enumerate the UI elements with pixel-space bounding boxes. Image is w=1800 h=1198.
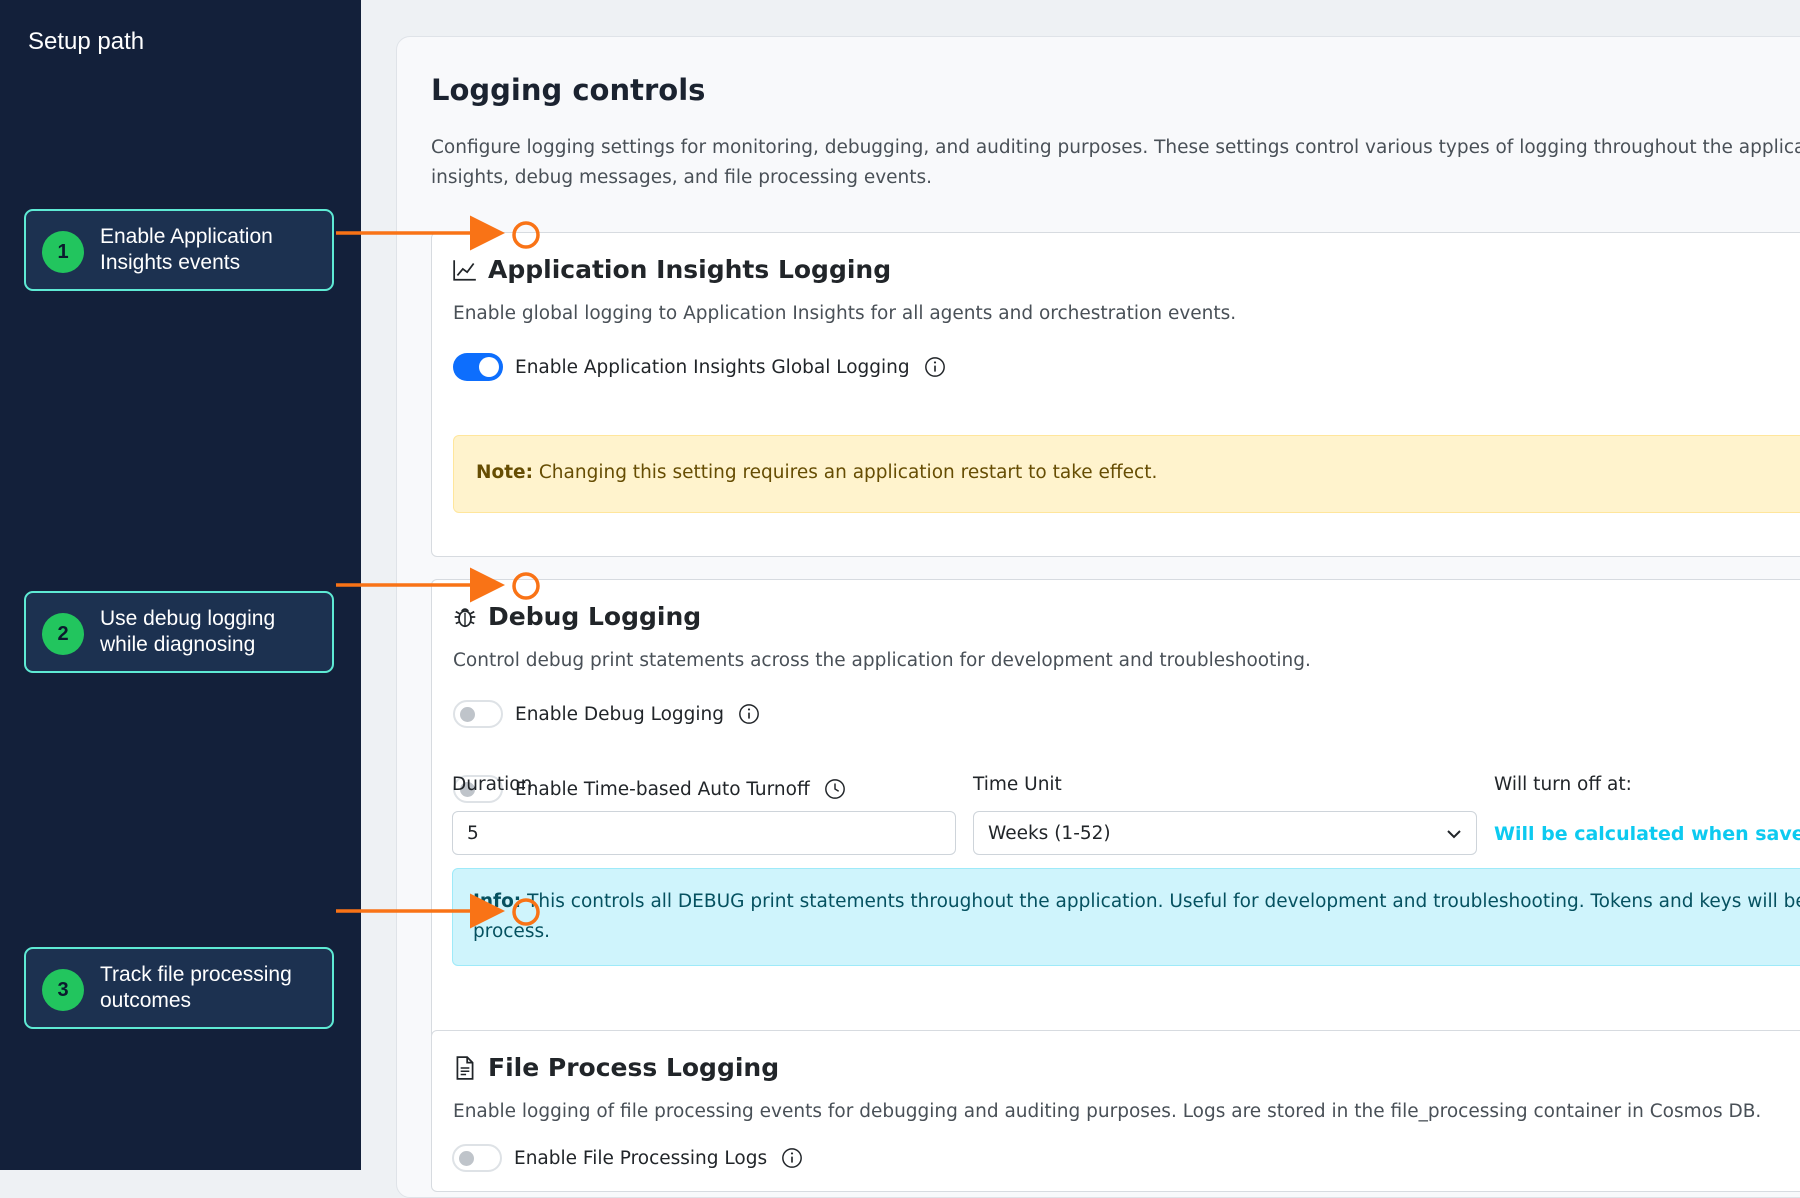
info-line-2: process. (473, 921, 550, 942)
app-insights-toggle-label: Enable Application Insights Global Loggi… (515, 356, 910, 378)
info-label: Info: (473, 891, 522, 912)
file-process-title: File Process Logging (488, 1053, 780, 1082)
app-insights-title: Application Insights Logging (488, 255, 892, 284)
step-3-text: Track file processing outcomes (100, 963, 292, 1012)
page-title: Logging controls (431, 73, 706, 107)
app-insights-card: Application Insights Logging Enable glob… (431, 232, 1800, 557)
file-process-toggle-row: Enable File Processing Logs (452, 1144, 803, 1172)
step-1-callout: 1 Enable Application Insights events (24, 209, 334, 291)
note-label: Note: (476, 462, 533, 483)
info-circle-icon[interactable] (738, 703, 760, 725)
file-process-toggle-label: Enable File Processing Logs (514, 1147, 768, 1169)
page-description-line-2: insights, debug messages, and file proce… (431, 167, 933, 188)
step-3-callout: 3 Track file processing outcomes (24, 947, 334, 1029)
chevron-down-icon (1447, 830, 1461, 839)
page-description-line-1: Configure logging settings for monitorin… (431, 137, 1800, 158)
file-text-icon (456, 1055, 474, 1080)
turn-off-label: Will turn off at: (1494, 774, 1632, 795)
step-1-badge: 1 (42, 231, 84, 273)
debug-header: Debug Logging (452, 602, 701, 631)
info-text: This controls all DEBUG print statements… (527, 891, 1800, 912)
bug-icon (454, 607, 476, 627)
step-2-callout: 2 Use debug logging while diagnosing (24, 591, 334, 673)
duration-input[interactable]: 5 (452, 811, 956, 855)
app-insights-toggle[interactable] (453, 353, 503, 381)
app-insights-toggle-row: Enable Application Insights Global Loggi… (453, 353, 946, 381)
step-2-text: Use debug logging while diagnosing (100, 607, 276, 656)
debug-toggle-label: Enable Debug Logging (515, 703, 725, 725)
time-unit-label: Time Unit (973, 774, 1062, 795)
info-line-1: Info: This controls all DEBUG print stat… (473, 887, 1800, 917)
duration-value: 5 (467, 822, 479, 844)
file-process-header: File Process Logging (452, 1053, 779, 1082)
step-2-badge: 2 (42, 613, 84, 655)
app-insights-note: Note: Changing this setting requires an … (453, 435, 1800, 513)
auto-turnoff-label: Enable Time-based Auto Turnoff (515, 778, 810, 800)
setup-path-sidebar: Setup path 1 Enable Application Insights… (0, 0, 361, 1170)
debug-toggle-row: Enable Debug Logging (453, 700, 760, 728)
step-3-badge: 3 (42, 969, 84, 1011)
debug-toggle[interactable] (453, 700, 503, 728)
time-unit-value: Weeks (1-52) (988, 822, 1111, 844)
note-text: Changing this setting requires an applic… (538, 462, 1158, 483)
sidebar-title: Setup path (28, 28, 145, 55)
time-unit-select[interactable]: Weeks (1-52) (973, 811, 1477, 855)
debug-description: Control debug print statements across th… (453, 650, 1311, 671)
info-circle-icon[interactable] (924, 356, 946, 378)
chart-line-icon (453, 259, 476, 281)
file-process-description: Enable logging of file processing events… (453, 1101, 1762, 1122)
page-description: Configure logging settings for monitorin… (431, 133, 1800, 193)
step-1-text: Enable Application Insights events (100, 225, 273, 274)
app-insights-header: Application Insights Logging (452, 255, 891, 284)
duration-label: Duration (452, 774, 533, 795)
debug-info-alert: Info: This controls all DEBUG print stat… (452, 868, 1800, 966)
info-circle-icon[interactable] (781, 1147, 803, 1169)
turn-off-value: Will be calculated when saved (1494, 823, 1800, 845)
app-insights-description: Enable global logging to Application Ins… (453, 303, 1237, 324)
debug-title: Debug Logging (488, 602, 702, 631)
file-process-toggle[interactable] (452, 1144, 502, 1172)
clock-icon (824, 779, 845, 799)
